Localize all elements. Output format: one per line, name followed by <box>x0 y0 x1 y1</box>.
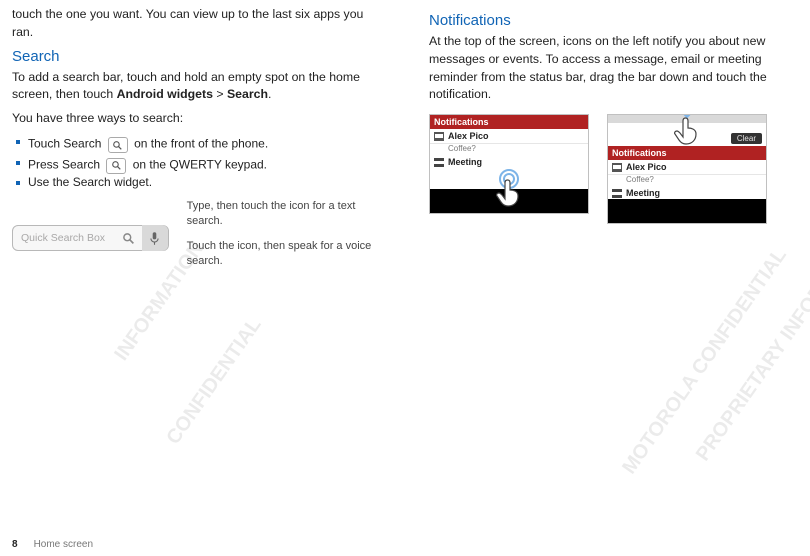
page-number: 8 <box>12 539 18 550</box>
right-column: Notifications At the top of the screen, … <box>429 6 798 269</box>
notification-panel-open: Clear Notifications Alex Pico Coffee? Me… <box>607 114 767 224</box>
notification-preview: Coffee? <box>430 144 588 155</box>
touch-hand-icon <box>487 169 531 214</box>
page-footer: 8 Home screen <box>12 539 93 550</box>
notification-header-label: Notifications <box>434 117 489 127</box>
meeting-label: Meeting <box>626 188 660 198</box>
android-widgets-label: Android widgets <box>117 87 213 101</box>
search-icon[interactable] <box>116 225 142 251</box>
left-column: touch the one you want. You can view up … <box>12 6 381 269</box>
b1-pre: Touch Search <box>28 137 105 151</box>
notification-header: Notifications <box>430 115 588 129</box>
watermark-left-a: CONFIDENTIAL <box>162 314 266 449</box>
search-intro: To add a search bar, touch and hold an e… <box>12 69 381 105</box>
section-name: Home screen <box>34 539 93 550</box>
callout-voice-search: Touch the icon, then speak for a voice s… <box>187 239 381 269</box>
notification-panel-closed: Notifications Alex Pico Coffee? Meeting <box>429 114 589 224</box>
meeting-label: Meeting <box>448 157 482 167</box>
b2-post: on the QWERTY keypad. <box>133 157 267 171</box>
nav-bar <box>608 199 766 223</box>
notifications-heading: Notifications <box>429 12 798 29</box>
search-hardkey-icon <box>108 137 128 153</box>
bullet-dot-icon <box>16 161 20 165</box>
calendar-icon <box>434 158 444 167</box>
b1-post: on the front of the phone. <box>134 137 268 151</box>
message-icon <box>612 163 622 172</box>
callout-text-search: Type, then touch the icon for a text sea… <box>187 199 381 229</box>
quick-search-widget[interactable]: Quick Search Box <box>12 225 169 251</box>
calendar-icon <box>612 189 622 198</box>
clear-button[interactable]: Clear <box>731 133 762 144</box>
list-item: Use the Search widget. <box>12 175 381 189</box>
notification-header-label: Notifications <box>612 148 667 158</box>
search-heading: Search <box>12 48 381 65</box>
search-label-bold: Search <box>227 87 268 101</box>
notifications-para: At the top of the screen, icons on the l… <box>429 33 798 104</box>
search-ways-list: Touch Search on the front of the phone. … <box>12 134 381 189</box>
intro-text: touch the one you want. You can view up … <box>12 6 381 42</box>
bullet-dot-icon <box>16 181 20 185</box>
notification-preview: Coffee? <box>608 175 766 186</box>
drag-hand-icon <box>665 114 709 155</box>
b3-text: Use the Search widget. <box>28 175 152 189</box>
notification-sender: Alex Pico <box>626 162 667 172</box>
message-icon <box>434 132 444 141</box>
microphone-icon[interactable] <box>142 225 168 251</box>
three-ways-text: You have three ways to search: <box>12 110 381 128</box>
search-qwerty-key-icon <box>106 158 126 174</box>
notification-item[interactable]: Meeting <box>608 186 766 200</box>
list-item: Touch Search on the front of the phone. <box>12 134 381 151</box>
list-item: Press Search on the QWERTY keypad. <box>12 155 381 172</box>
search-callouts: Type, then touch the icon for a text sea… <box>187 225 381 268</box>
notification-illustrations: Notifications Alex Pico Coffee? Meeting <box>429 114 798 224</box>
gt-sep: > <box>213 87 227 101</box>
notification-sender: Alex Pico <box>448 131 489 141</box>
quick-search-placeholder: Quick Search Box <box>13 232 116 244</box>
bullet-dot-icon <box>16 140 20 144</box>
notification-item[interactable]: Alex Pico <box>430 129 588 144</box>
search-intro-end: . <box>268 87 271 101</box>
b2-pre: Press Search <box>28 157 103 171</box>
notification-item[interactable]: Alex Pico <box>608 160 766 175</box>
notification-item[interactable]: Meeting <box>430 155 588 169</box>
